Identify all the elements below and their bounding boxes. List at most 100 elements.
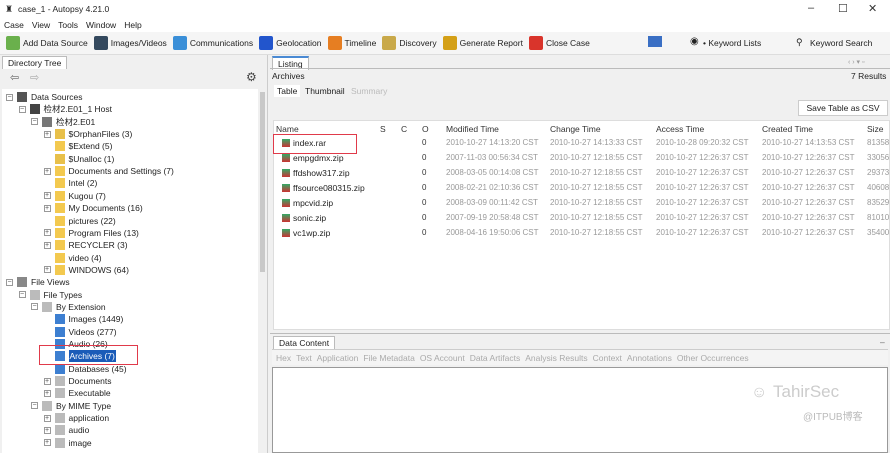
data-content-tab[interactable]: Annotations — [627, 353, 672, 363]
data-content-tab[interactable]: Analysis Results — [525, 353, 587, 363]
tab-table[interactable]: Table — [274, 85, 301, 97]
tab-summary[interactable]: Summary — [351, 86, 387, 96]
menu-window[interactable]: Window — [86, 20, 116, 30]
data-content-tab[interactable]: OS Account — [420, 353, 465, 363]
tree-node[interactable]: − 检材2.E01_1 Host — [18, 103, 112, 115]
table-row[interactable]: vc1wp.zip 0 2008-04-16 19:50:06 CST 2010-10… — [274, 226, 890, 240]
data-content-tab[interactable]: Context — [593, 353, 622, 363]
expand-toggle-icon[interactable]: − — [18, 105, 26, 113]
expand-toggle-icon[interactable]: + — [43, 229, 51, 237]
tree-node[interactable]: − By Extension — [31, 301, 106, 313]
tree-node[interactable]: − By MIME Type — [31, 400, 111, 412]
expand-toggle-icon[interactable]: − — [6, 93, 13, 101]
toolbar-button-close-case[interactable]: Close Case — [528, 36, 590, 50]
menu-help[interactable]: Help — [124, 20, 141, 30]
menu-view[interactable]: View — [32, 20, 50, 30]
tree-node[interactable]: + image — [43, 437, 92, 449]
tree-node[interactable]: + Documents — [43, 375, 112, 387]
tree-node[interactable]: + audio — [43, 424, 89, 436]
tree-node[interactable]: Images (1449) — [44, 313, 123, 325]
expand-toggle-icon[interactable]: − — [31, 303, 38, 311]
minimize-button[interactable]: – — [808, 2, 814, 14]
minimize-panel-icon[interactable]: – — [880, 337, 885, 347]
tree-node[interactable]: + Kugou (7) — [43, 190, 106, 202]
column-header[interactable]: O — [422, 124, 429, 134]
expand-toggle-icon[interactable]: + — [43, 389, 51, 397]
tree-node[interactable]: + My Documents (16) — [43, 202, 143, 214]
table-row[interactable]: empgdmx.zip 0 2007-11-03 00:56:34 CST 2010-… — [274, 151, 890, 165]
tab-thumbnail[interactable]: Thumbnail — [305, 86, 345, 96]
expand-toggle-icon[interactable]: + — [43, 426, 51, 434]
tree-node[interactable]: Videos (277) — [44, 326, 117, 338]
data-content-tab[interactable]: Hex — [276, 353, 291, 363]
expand-toggle-icon[interactable]: + — [43, 192, 51, 200]
tree-node[interactable]: − File Types — [18, 289, 82, 301]
table-row[interactable]: index.rar 0 2010-10-27 14:13:20 CST 2010-10… — [274, 136, 890, 150]
column-header[interactable]: S — [380, 124, 386, 134]
forward-arrow-icon[interactable]: ⇨ — [30, 71, 39, 84]
menu-tools[interactable]: Tools — [58, 20, 78, 30]
tree-node[interactable]: + application — [43, 412, 109, 424]
column-header[interactable]: Modified Time — [446, 124, 499, 134]
column-header[interactable]: Size — [867, 124, 884, 134]
expand-toggle-icon[interactable]: − — [6, 278, 13, 286]
tree-node[interactable]: + WINDOWS (64) — [43, 264, 129, 276]
tree-scrollbar-thumb[interactable] — [260, 92, 265, 272]
tree-node[interactable]: − Data Sources — [6, 91, 83, 103]
table-row[interactable]: sonic.zip 0 2007-09-19 20:58:48 CST 2010-10… — [274, 211, 890, 225]
expand-toggle-icon[interactable]: + — [43, 377, 51, 385]
expand-toggle-icon[interactable]: − — [31, 118, 38, 126]
tree-node[interactable]: − File Views — [6, 276, 70, 288]
expand-toggle-icon[interactable]: + — [43, 414, 51, 422]
menu-case[interactable]: Case — [4, 20, 24, 30]
data-content-tab[interactable]: Other Occurrences — [677, 353, 749, 363]
tree-node[interactable]: + Executable — [43, 387, 111, 399]
toolbar-button-timeline[interactable]: Timeline — [327, 36, 376, 50]
column-header[interactable]: Change Time — [550, 124, 601, 134]
column-header[interactable]: Access Time — [656, 124, 704, 134]
expand-toggle-icon[interactable]: + — [43, 204, 51, 212]
toolbar-button-generate-report[interactable]: Generate Report — [442, 36, 523, 50]
expand-toggle-icon[interactable]: + — [43, 241, 51, 249]
tab-directory-tree[interactable]: Directory Tree — [2, 56, 68, 69]
table-row[interactable]: ffdshow317.zip 0 2008-03-05 00:14:08 CST 20… — [274, 166, 890, 180]
panel-controls-icon[interactable]: ‹ › ▾ ▫ — [848, 58, 865, 66]
data-content-tab[interactable]: Text — [296, 353, 312, 363]
search-icon[interactable]: ⚲ — [796, 37, 803, 48]
expand-toggle-icon[interactable]: + — [43, 130, 51, 138]
table-row[interactable]: ffsource080315.zip 0 2008-02-21 02:10:36 C… — [274, 181, 890, 195]
close-button[interactable]: ✕ — [868, 2, 877, 15]
table-row[interactable]: mpcvid.zip 0 2008-03-09 00:11:42 CST 2010-1… — [274, 196, 890, 210]
eye-icon[interactable]: ◉ — [690, 36, 699, 47]
tree-node[interactable]: + Program Files (13) — [43, 227, 139, 239]
tree-node[interactable]: $Extend (5) — [44, 140, 112, 152]
keyword-search-button[interactable]: Keyword Search — [810, 38, 872, 48]
tree-node[interactable]: video (4) — [44, 252, 102, 264]
column-header[interactable]: Created Time — [762, 124, 813, 134]
tree-node[interactable]: Intel (2) — [44, 177, 97, 189]
toolbar-button-images-videos[interactable]: Images/Videos — [93, 36, 167, 50]
toolbar-button-add-data-source[interactable]: Add Data Source — [6, 36, 88, 50]
keyword-lists-button[interactable]: • Keyword Lists — [703, 38, 761, 48]
data-content-tab[interactable]: Application — [317, 353, 359, 363]
email-icon[interactable] — [648, 36, 662, 47]
toolbar-button-geolocation[interactable]: Geolocation — [259, 36, 322, 50]
expand-toggle-icon[interactable]: + — [43, 167, 51, 175]
data-content-tab[interactable]: File Metadata — [363, 353, 415, 363]
expand-toggle-icon[interactable]: + — [43, 439, 51, 447]
tree-node[interactable]: $Unalloc (1) — [44, 153, 114, 165]
toolbar-button-communications[interactable]: Communications — [172, 36, 253, 50]
back-arrow-icon[interactable]: ⇦ — [10, 71, 19, 84]
tree-node[interactable]: + Documents and Settings (7) — [43, 165, 174, 177]
column-header[interactable]: Name — [276, 124, 299, 134]
save-table-csv-button[interactable]: Save Table as CSV — [798, 100, 888, 116]
gear-icon[interactable]: ⚙ — [246, 70, 257, 84]
tree-node[interactable]: + RECYCLER (3) — [43, 239, 128, 251]
expand-toggle-icon[interactable]: − — [31, 402, 38, 410]
toolbar-button-discovery[interactable]: Discovery — [382, 36, 437, 50]
maximize-button[interactable]: ☐ — [838, 2, 848, 15]
expand-toggle-icon[interactable]: − — [18, 291, 26, 299]
data-content-tab[interactable]: Data Artifacts — [470, 353, 521, 363]
tab-data-content[interactable]: Data Content — [273, 336, 336, 349]
tree-node[interactable]: + $OrphanFiles (3) — [43, 128, 132, 140]
